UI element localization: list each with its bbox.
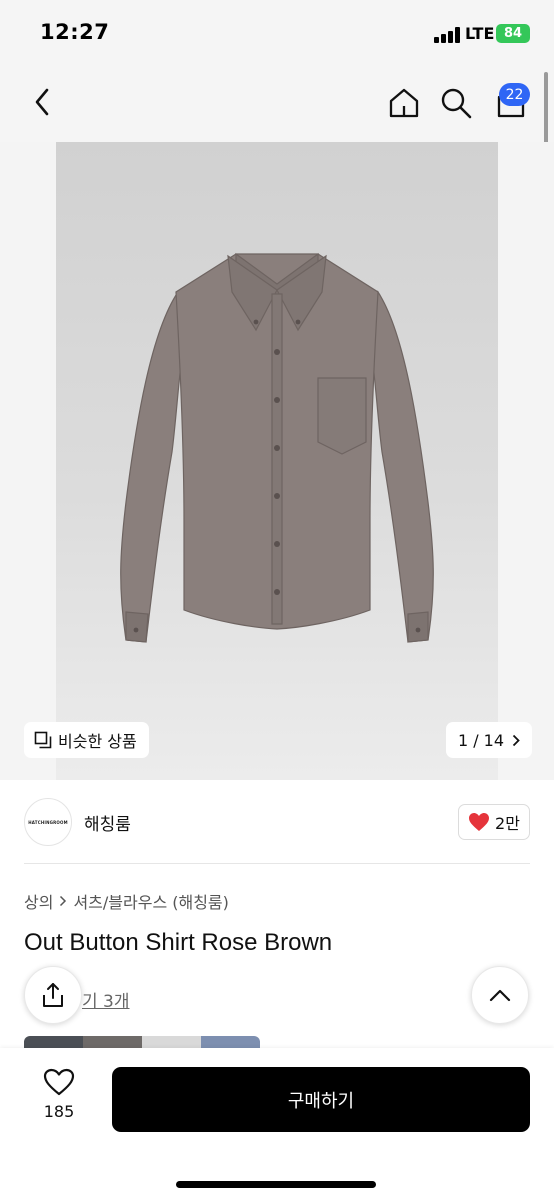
cellular-signal-icon bbox=[434, 27, 460, 43]
breadcrumb-item[interactable]: 셔츠/블라우스 (해칭룸) bbox=[73, 889, 228, 913]
product-title: Out Button Shirt Rose Brown bbox=[24, 929, 333, 956]
top-nav bbox=[0, 62, 554, 142]
buy-button-label: 구매하기 bbox=[287, 1090, 355, 1112]
breadcrumb-item[interactable]: 상의 bbox=[24, 889, 53, 913]
chevron-right-icon bbox=[60, 895, 67, 907]
color-swatch-strip[interactable] bbox=[24, 1036, 260, 1048]
heart-outline-icon bbox=[43, 1068, 75, 1096]
color-swatch[interactable] bbox=[201, 1036, 260, 1048]
battery-icon: 84 bbox=[496, 24, 530, 43]
home-icon bbox=[389, 88, 419, 118]
wishlist-button[interactable]: 185 bbox=[24, 1068, 94, 1121]
product-gallery[interactable]: 비슷한 상품 1 / 14 bbox=[0, 142, 554, 780]
battery-level: 84 bbox=[503, 26, 523, 41]
bottom-action-bar: 185 구매하기 bbox=[0, 1048, 554, 1200]
network-type: LTE bbox=[465, 24, 495, 43]
color-swatch[interactable] bbox=[24, 1036, 83, 1048]
similar-items-icon bbox=[34, 731, 52, 749]
brand-like-count: 2만 bbox=[495, 814, 520, 833]
share-icon bbox=[43, 983, 63, 1007]
color-swatch[interactable] bbox=[83, 1036, 142, 1048]
search-icon bbox=[441, 88, 472, 119]
home-indicator bbox=[176, 1181, 376, 1188]
chevron-up-icon bbox=[489, 989, 511, 1001]
divider bbox=[24, 863, 530, 864]
back-button[interactable] bbox=[26, 82, 58, 122]
back-icon bbox=[35, 88, 49, 116]
chevron-right-icon bbox=[512, 734, 520, 746]
status-time: 12:27 bbox=[40, 20, 110, 44]
brand-logo-text: HATCHINGROOM bbox=[28, 819, 68, 825]
image-counter-text: 1 / 14 bbox=[457, 730, 505, 750]
brand-logo[interactable]: HATCHINGROOM bbox=[24, 798, 72, 846]
similar-items-label: 비슷한 상품 bbox=[58, 732, 137, 751]
brand-like-button[interactable]: 2만 bbox=[458, 804, 530, 840]
scroll-to-top-button[interactable] bbox=[471, 966, 529, 1024]
shirt-illustration bbox=[120, 252, 434, 643]
brand-name[interactable]: 해칭룸 bbox=[84, 810, 131, 835]
status-bar: 12:27 LTE 84 bbox=[0, 0, 554, 62]
brand-row: HATCHINGROOM 해칭룸 2만 bbox=[0, 796, 554, 852]
image-counter[interactable]: 1 / 14 bbox=[446, 722, 532, 758]
similar-items-button[interactable]: 비슷한 상품 bbox=[24, 722, 149, 758]
buy-button[interactable]: 구매하기 bbox=[112, 1067, 530, 1132]
search-button[interactable] bbox=[437, 84, 475, 122]
wishlist-count: 185 bbox=[43, 1102, 75, 1121]
share-button[interactable] bbox=[24, 966, 82, 1024]
review-link[interactable]: 기 3개 bbox=[82, 987, 130, 1012]
product-image[interactable] bbox=[56, 142, 498, 780]
breadcrumb: 상의 셔츠/블라우스 (해칭룸) bbox=[24, 889, 229, 913]
home-button[interactable] bbox=[385, 84, 423, 122]
heart-filled-icon bbox=[469, 813, 490, 831]
cart-count-badge: 22 bbox=[499, 83, 530, 106]
color-swatch[interactable] bbox=[142, 1036, 201, 1048]
